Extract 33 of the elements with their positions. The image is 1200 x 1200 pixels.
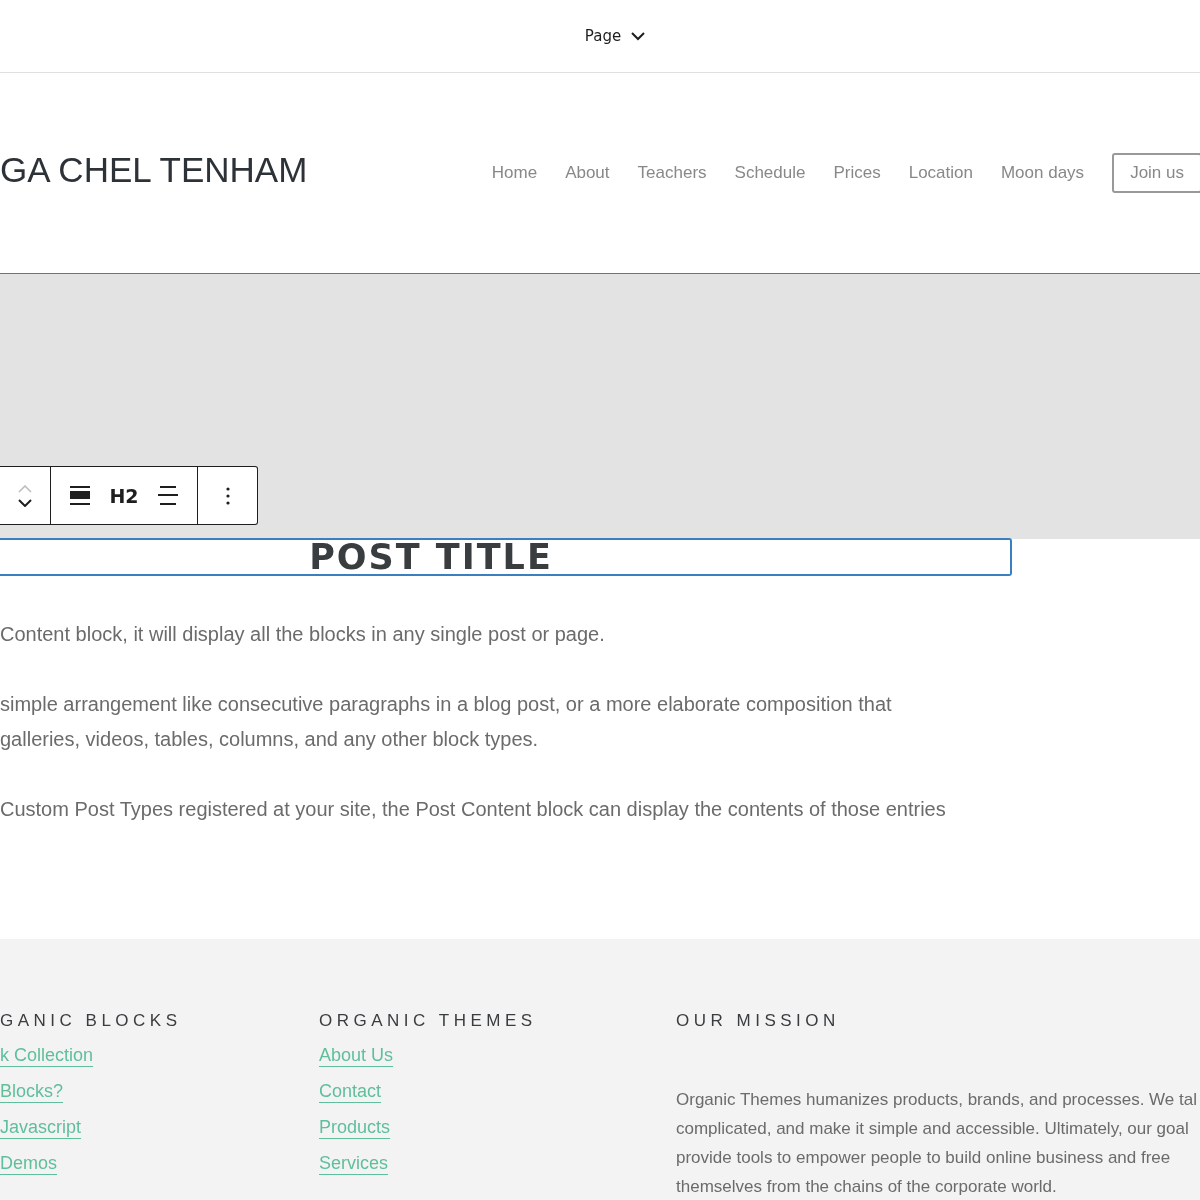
nav-link[interactable]: Home	[491, 163, 538, 183]
heading-level-button[interactable]: H2	[109, 484, 139, 507]
footer-link[interactable]: Javascript	[0, 1117, 82, 1138]
title-block[interactable]: POST TITLE	[0, 538, 1012, 576]
footer-link[interactable]: Services	[319, 1153, 389, 1174]
nav-link[interactable]: Teachers	[637, 163, 707, 183]
post-title: POST TITLE	[309, 537, 553, 577]
site-title[interactable]: GA CHEL TENHAM	[0, 150, 308, 190]
more-options-icon[interactable]	[225, 486, 230, 505]
content-paragraph: simple arrangement like consecutive paragraphs in a blog post, or a more elaborate composition that galleries, videos, tables, columns, and any other block types.	[0, 692, 893, 752]
footer-link[interactable]: Products	[319, 1117, 391, 1138]
chevron-down-icon	[631, 31, 646, 41]
nav-link[interactable]: Prices	[833, 163, 881, 183]
join-button[interactable]: Join us	[1112, 153, 1200, 193]
footer-link[interactable]: Blocks?	[0, 1081, 64, 1102]
footer-link[interactable]: About Us	[319, 1045, 394, 1066]
footer-heading: GANIC BLOCKS	[0, 1011, 183, 1031]
align-icon[interactable]	[70, 486, 91, 505]
footer-link[interactable]: k Collection	[0, 1045, 94, 1066]
chevron-down-icon[interactable]	[18, 498, 32, 507]
footer-link[interactable]: Demos	[0, 1153, 57, 1174]
nav-link[interactable]: Moon days	[1000, 163, 1085, 183]
mission-text: Organic Themes humanizes products, brands, and processes. We tal complicated, and make it simple and accessible. Ultimately, our goal provide tools to empower people to build online business and free themselves from the chains of the corporate world.	[676, 1089, 1198, 1198]
footer-link[interactable]: Contact	[319, 1081, 382, 1102]
content-paragraph: Custom Post Types registered at your site, the Post Content block can display the contents of those entries	[0, 797, 947, 822]
footer-heading: ORGANIC THEMES	[319, 1011, 538, 1031]
nav-link[interactable]: Schedule	[734, 163, 806, 183]
footer-heading: OUR MISSION	[676, 1011, 841, 1031]
content-paragraph: Content block, it will display all the blocks in any single post or page.	[0, 622, 606, 647]
text-align-icon[interactable]	[157, 486, 178, 505]
nav-link[interactable]: About	[565, 163, 610, 183]
nav-link[interactable]: Location	[908, 163, 973, 183]
document-menu[interactable]: Page	[578, 23, 652, 49]
